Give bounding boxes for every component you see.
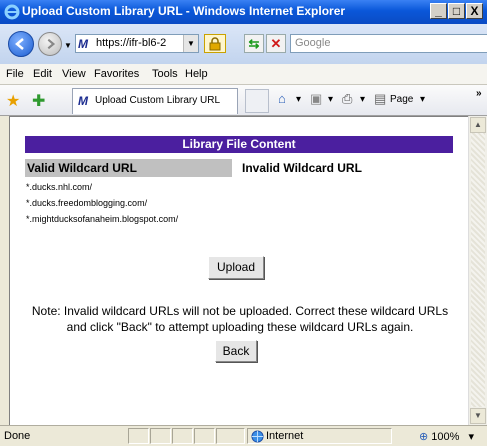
favorites-star-icon[interactable]: ★ [6,91,20,111]
upload-button[interactable]: Upload [208,256,264,279]
tab-title: Upload Custom Library URL [95,95,221,106]
menu-edit[interactable]: Edit [33,68,52,80]
browser-tab[interactable]: M Upload Custom Library URL [72,88,238,114]
zoom-icon: ⊕ [419,431,429,443]
menu-file[interactable]: File [6,68,24,80]
tab-favicon-icon: M [78,94,88,108]
zoom-dropdown-icon: ▾ [468,431,475,443]
print-dropdown-icon[interactable]: ▾ [360,94,365,105]
invalid-wildcard-heading: Invalid Wildcard URL [242,161,362,175]
status-pane [128,428,149,444]
frame-left-edge [0,116,9,425]
page-dropdown-icon[interactable]: ▾ [420,94,425,105]
forward-nav-button[interactable] [38,32,62,56]
menu-tools[interactable]: Tools [152,68,178,80]
security-lock-icon[interactable] [204,34,226,53]
library-file-content-header: Library File Content [25,136,453,153]
stop-icon[interactable]: ✕ [266,34,286,53]
page-menu-button[interactable]: Page [390,94,413,105]
history-dropdown-icon[interactable]: ▼ [64,41,72,50]
url-input[interactable]: M https://ifr-bl6-2 ▼ [75,34,199,53]
url-text: https://ifr-bl6-2 [96,37,167,49]
maximize-button[interactable]: □ [448,3,465,19]
valid-url-item: *.ducks.nhl.com/ [26,182,93,192]
page-icon[interactable]: ▤ [374,91,386,107]
refresh-icon[interactable]: ⇆ [244,34,264,53]
back-nav-button[interactable] [8,31,34,57]
status-text: Done [4,430,31,442]
new-tab-button[interactable] [245,89,269,113]
status-pane [172,428,193,444]
window-title: Upload Custom Library URL - Windows Inte… [22,4,346,18]
forward-arrow-icon [47,38,56,50]
feeds-icon[interactable]: ▣ [310,91,322,107]
back-arrow-icon [15,38,24,50]
menu-view[interactable]: View [62,68,86,80]
minimize-button[interactable]: _ [430,3,447,19]
invalid-url-note: Note: Invalid wildcard URLs will not be … [31,304,449,334]
security-zone[interactable]: Internet [247,428,392,444]
vertical-scrollbar[interactable]: ▲ ▼ [468,116,487,425]
scroll-down-icon[interactable]: ▼ [470,408,486,424]
menu-favorites[interactable]: Favorites [94,68,139,80]
globe-icon [251,430,264,443]
status-pane [150,428,171,444]
feeds-dropdown-icon[interactable]: ▾ [328,94,333,105]
search-input[interactable]: Google [290,34,487,53]
scroll-up-icon[interactable]: ▲ [470,117,486,133]
valid-wildcard-heading: Valid Wildcard URL [25,159,232,177]
print-icon[interactable]: ⎙ [342,91,352,107]
toolbar-overflow-icon[interactable]: » [476,88,482,99]
status-bar: Done Internet ⊕ 100% ▾ [0,425,487,446]
home-icon[interactable]: ⌂ [278,91,286,106]
add-favorites-icon[interactable]: ✚ [32,91,45,111]
url-dropdown-icon[interactable]: ▼ [183,35,198,52]
zoom-level[interactable]: ⊕ 100% ▾ [419,430,474,443]
back-button[interactable]: Back [215,340,257,362]
status-pane [216,428,245,444]
menu-bar: File Edit View Favorites Tools Help [0,64,487,85]
menu-help[interactable]: Help [185,68,208,80]
valid-url-item: *.ducks.freedomblogging.com/ [26,198,148,208]
ie-logo-icon [4,4,20,20]
address-toolbar: ▼ M https://ifr-bl6-2 ▼ ⇆ ✕ Google [0,24,487,64]
zoom-value: 100% [431,431,460,443]
window-titlebar: Upload Custom Library URL - Windows Inte… [0,0,487,24]
command-toolbar: ★ ✚ M Upload Custom Library URL ⌂ ▾ ▣ ▾ … [0,85,487,116]
zone-label: Internet [266,430,304,442]
home-dropdown-icon[interactable]: ▾ [296,94,301,105]
status-pane [194,428,215,444]
close-button[interactable]: X [466,3,483,19]
page-content: Library File Content Valid Wildcard URL … [9,116,468,425]
site-favicon-icon: M [78,37,88,51]
scroll-track[interactable] [471,133,485,407]
valid-url-item: *.mightducksofanaheim.blogspot.com/ [26,214,179,224]
